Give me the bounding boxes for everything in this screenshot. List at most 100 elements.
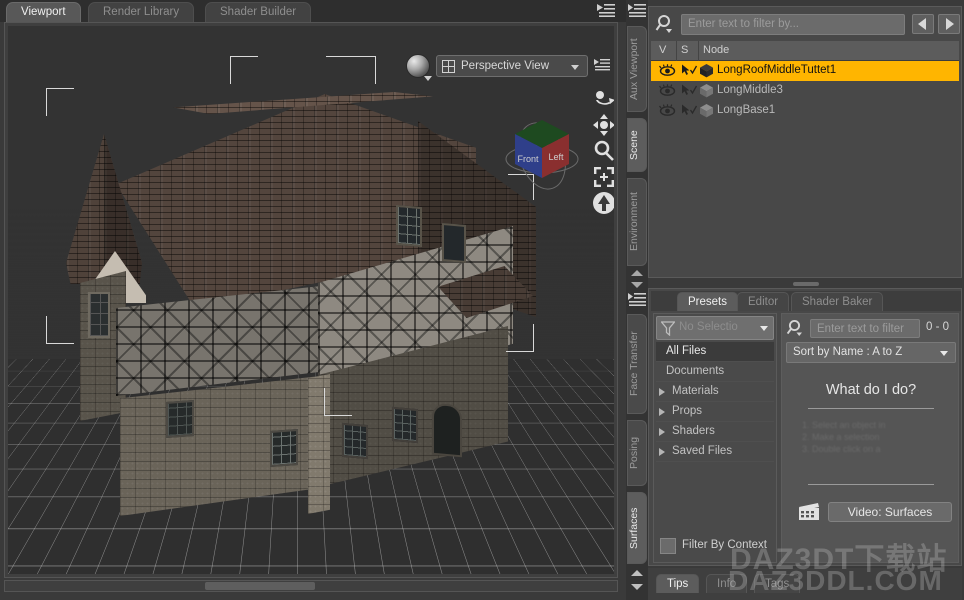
node-name[interactable]: LongBase1 — [717, 104, 775, 116]
help-divider-top — [808, 408, 934, 409]
list-item[interactable]: Saved Files — [656, 442, 774, 462]
vtab-aux-viewport[interactable]: Aux Viewport — [627, 26, 647, 112]
chevron-right-icon[interactable] — [659, 428, 665, 436]
tab-info[interactable]: Info — [706, 574, 747, 593]
selectable-icon[interactable] — [681, 64, 698, 80]
selection-bracket-bl — [46, 316, 74, 344]
table-row[interactable]: LongBase1 — [651, 101, 959, 121]
table-row[interactable]: LongRoofMiddleTuttet1 — [651, 61, 959, 81]
reset-view-icon[interactable] — [591, 190, 614, 216]
col-selectable[interactable]: S — [681, 44, 688, 56]
eye-icon[interactable] — [659, 104, 676, 120]
content-tabstrip: Presets Editor Shader Baker — [651, 291, 961, 311]
eye-icon[interactable] — [659, 84, 676, 100]
node-table-header: V S Node — [651, 41, 959, 61]
help-title: What do I do? — [786, 382, 956, 398]
tower-window — [88, 292, 110, 338]
cube-icon — [699, 63, 714, 81]
sphere-caret-icon[interactable] — [424, 72, 432, 84]
right-region: Aux Viewport Scene Environment Face Tran… — [626, 0, 964, 600]
zoom-icon[interactable] — [591, 138, 614, 164]
tab-shader-baker[interactable]: Shader Baker — [791, 292, 883, 311]
col-visible[interactable]: V — [659, 44, 666, 56]
list-item[interactable]: Documents — [656, 362, 774, 382]
viewport-menu-icon[interactable] — [597, 3, 615, 18]
content-filter-input[interactable]: Enter text to filter by... — [810, 319, 920, 338]
cube-icon — [699, 83, 714, 101]
node-name[interactable]: LongRoofMiddleTuttet1 — [717, 64, 836, 76]
view-cube[interactable]: Front Left — [503, 114, 581, 192]
arrow-right-icon[interactable] — [938, 14, 960, 34]
doorway-arch — [432, 403, 462, 458]
category-list[interactable]: All Files Documents Materials Props Shad… — [656, 342, 774, 532]
col-node[interactable]: Node — [703, 44, 729, 56]
selectable-icon[interactable] — [681, 84, 698, 100]
tab-presets[interactable]: Presets — [677, 292, 738, 311]
node-name[interactable]: LongMiddle3 — [717, 84, 783, 96]
orbit-icon[interactable] — [591, 86, 614, 112]
filter-icon — [661, 321, 675, 339]
bottom-tabstrip: Tips Info Tags — [648, 568, 962, 600]
tab-tags[interactable]: Tags — [754, 574, 800, 593]
viewport-hscrollbar[interactable] — [4, 580, 618, 592]
help-divider-bottom — [808, 484, 934, 485]
chevron-right-icon[interactable] — [659, 388, 665, 396]
filter-by-context-label: Filter By Context — [682, 539, 767, 551]
table-row[interactable]: LongMiddle3 — [651, 81, 959, 101]
viewport-frame: Perspective View — [4, 22, 618, 578]
vtab-posing[interactable]: Posing — [627, 420, 647, 486]
scene-filter-input[interactable]: Enter text to filter by... — [681, 14, 905, 35]
chevron-right-icon[interactable] — [659, 408, 665, 416]
viewport-options-icon[interactable] — [594, 58, 610, 72]
window-front-2 — [270, 429, 298, 467]
viewport-3d[interactable]: Perspective View — [8, 26, 614, 574]
result-count: 0 - 0 — [926, 321, 949, 333]
vtab-surfaces[interactable]: Surfaces — [627, 492, 647, 564]
help-area: What do I do? 1. Select an object in 2. … — [786, 368, 956, 560]
window-upper-2 — [442, 223, 466, 263]
search-icon[interactable] — [655, 13, 679, 35]
sort-dropdown[interactable]: Sort by Name : A to Z — [786, 342, 956, 363]
selection-bracket-tl — [46, 88, 74, 116]
node-list[interactable]: LongRoofMiddleTuttet1 LongMiddle3 — [651, 61, 959, 277]
vtab-scene[interactable]: Scene — [627, 118, 647, 172]
hscroll-thumb[interactable] — [205, 582, 315, 590]
video-surfaces-button[interactable]: Video: Surfaces — [828, 502, 952, 522]
panel-splitter[interactable] — [648, 280, 962, 288]
panel-menu-icon-2[interactable] — [628, 292, 646, 308]
camera-dropdown[interactable]: Perspective View — [436, 55, 588, 77]
tab-editor[interactable]: Editor — [737, 292, 789, 311]
window-front-1 — [166, 400, 194, 438]
chevron-down-icon — [760, 326, 768, 331]
chevron-right-icon[interactable] — [659, 448, 665, 456]
cube-icon — [699, 103, 714, 121]
list-item[interactable]: Shaders — [656, 422, 774, 442]
tab-viewport[interactable]: Viewport — [6, 2, 81, 22]
daz-studio-window: Viewport Render Library Shader Builder — [0, 0, 964, 600]
list-item[interactable]: Props — [656, 402, 774, 422]
tab-render-library[interactable]: Render Library — [88, 2, 194, 22]
results-column: Enter text to filter by... 0 - 0 Sort by… — [781, 313, 959, 563]
selection-bracket-tm2 — [326, 56, 376, 84]
selection-filter-dropdown[interactable]: No Selectio — [656, 316, 774, 340]
vtab-face-transfer[interactable]: Face Transfer — [627, 314, 647, 414]
viewcube-left-label: Left — [548, 152, 564, 162]
panel-menu-icon[interactable] — [628, 3, 646, 19]
search-icon[interactable] — [786, 318, 808, 338]
frame-icon[interactable] — [591, 164, 614, 190]
tab-shader-builder[interactable]: Shader Builder — [205, 2, 311, 22]
list-item[interactable]: All Files — [656, 342, 774, 362]
tab-tips[interactable]: Tips — [656, 574, 699, 593]
left-region: Viewport Render Library Shader Builder — [0, 0, 626, 600]
selection-bracket-tm — [230, 56, 258, 84]
filter-by-context-row[interactable]: Filter By Context — [658, 536, 774, 558]
selectable-icon[interactable] — [681, 104, 698, 120]
vtab-environment[interactable]: Environment — [627, 178, 647, 266]
filter-by-context-checkbox[interactable] — [660, 538, 676, 554]
arrow-left-icon[interactable] — [912, 14, 934, 34]
scene-panel: Enter text to filter by... V S Node — [648, 6, 962, 278]
sort-dropdown-label: Sort by Name : A to Z — [793, 346, 902, 358]
list-item[interactable]: Materials — [656, 382, 774, 402]
pan-icon[interactable] — [591, 112, 614, 138]
eye-icon[interactable] — [659, 64, 676, 80]
